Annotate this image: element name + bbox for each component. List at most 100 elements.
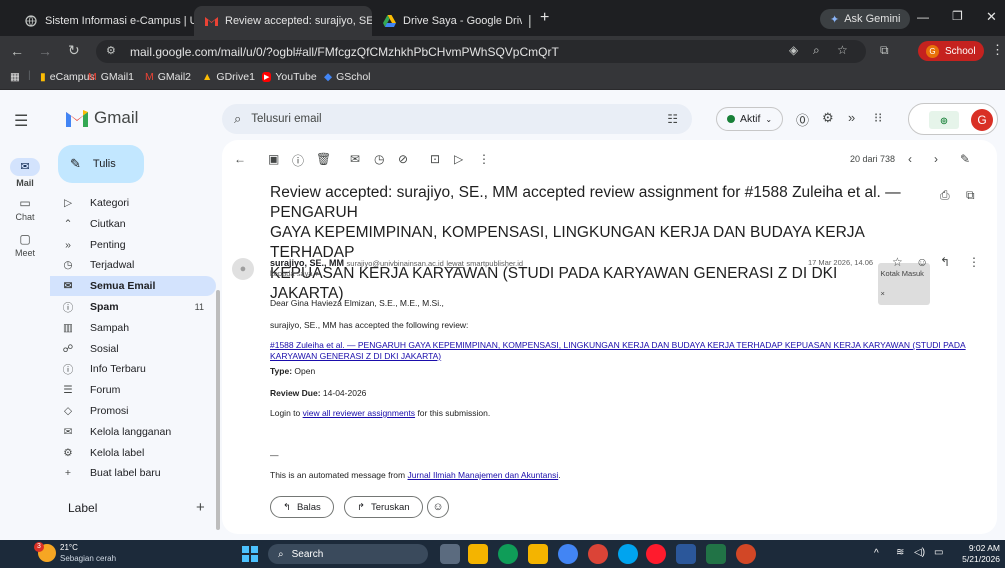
powerpoint-icon[interactable] [736, 544, 756, 564]
archive-icon[interactable]: ▣ [268, 152, 279, 166]
nav-item[interactable]: ⓘ Info Terbaru [50, 359, 216, 379]
compose-button[interactable]: ✎ Tulis [58, 145, 144, 183]
more-options-icon[interactable]: ⋮ [478, 152, 490, 166]
forward-button[interactable]: ↱ Teruskan [344, 496, 423, 518]
nav-item[interactable]: ⚙ Kelola label [50, 443, 216, 463]
bookmark-ecampus[interactable]: ▮ eCampus [40, 71, 95, 83]
message-more-icon[interactable]: ⋮ [968, 255, 980, 269]
account-chip[interactable]: ◎ G [908, 103, 998, 135]
url-field[interactable]: ⚙ mail.google.com/mail/u/0/?ogbl#all/FMf… [96, 40, 866, 63]
bookmark-gdrive1[interactable]: ▲ GDrive1 [202, 71, 255, 83]
nav-item[interactable]: + Buat label baru [50, 463, 216, 483]
search-options-icon[interactable]: ☷ [667, 112, 678, 126]
sidebar-scrollbar[interactable] [216, 290, 220, 530]
help-icon[interactable]: ⓪ [796, 110, 809, 129]
google-apps-icon[interactable]: ⁝⁝ [874, 110, 882, 126]
next-icon[interactable]: › [934, 152, 938, 166]
nav-item[interactable]: ◷ Terjadwal [50, 255, 216, 275]
nav-item[interactable]: ☰ Forum [50, 380, 216, 400]
reply-icon[interactable]: ↰ [940, 255, 950, 269]
reviewer-assignments-link[interactable]: view all reviewer assignments [303, 408, 415, 418]
gemini-spark-icon[interactable]: » [848, 110, 855, 125]
nav-item[interactable]: » Penting [50, 235, 216, 255]
submission-link[interactable]: #1588 Zuleiha et al. — PENGARUH GAYA KEP… [270, 340, 985, 362]
bookmark-gmail1[interactable]: M GMail1 [88, 71, 134, 83]
emoji-react-icon[interactable]: ☺ [916, 255, 928, 269]
mark-unread-icon[interactable]: ✉ [350, 152, 360, 166]
tab-search-icon[interactable]: ⧉ [880, 43, 889, 58]
nav-item[interactable]: ⓘ Spam 11 [50, 297, 216, 317]
settings-gear-icon[interactable]: ⚙ [822, 110, 834, 126]
reload-icon[interactable]: ↻ [68, 42, 80, 59]
close-window-icon[interactable]: ✕ [986, 9, 997, 25]
battery-icon[interactable]: ▭ [934, 547, 943, 558]
volume-icon[interactable]: ◁) [914, 547, 925, 558]
tab-ecampus[interactable]: Sistem Informasi e-Campus | U ✕ [14, 6, 194, 36]
rail-meet[interactable]: ▢ Meet [0, 232, 50, 258]
emoji-button[interactable]: ☺ [427, 496, 449, 518]
file-explorer-icon[interactable] [528, 544, 548, 564]
nav-item[interactable]: ✉ Semua Email [50, 276, 216, 297]
profile-button[interactable]: G School [918, 41, 984, 61]
back-icon[interactable]: ← [10, 43, 24, 59]
rail-mail[interactable]: ✉ Mail [0, 158, 50, 188]
reply-button[interactable]: ↰ Balas [270, 496, 334, 518]
extension-icon[interactable]: ◈ [789, 43, 798, 57]
bookmark-youtube[interactable]: ▶ YouTube [262, 71, 317, 83]
taskbar-search[interactable]: ⌕ Search [268, 544, 428, 564]
site-info-icon[interactable]: ⚙ [106, 44, 116, 57]
edge-browser-icon[interactable] [618, 544, 638, 564]
nav-item[interactable]: ▥ Sampah [50, 318, 216, 338]
apps-grid-icon[interactable]: ▦ [10, 71, 20, 83]
add-task-icon[interactable]: ⊘ [398, 152, 408, 166]
search-box[interactable]: ⌕ Telusuri email ☷ [222, 104, 692, 134]
sender-name[interactable]: surajiyo, SE., MM [270, 258, 344, 268]
inbox-chip[interactable]: Kotak Masuk × [877, 263, 930, 305]
chrome-icon[interactable] [558, 544, 578, 564]
ask-gemini-button[interactable]: ✦ Ask Gemini [820, 9, 911, 29]
nav-item[interactable]: ◇ Promosi [50, 401, 216, 421]
nav-item[interactable]: ⌃ Ciutkan [50, 214, 216, 234]
rail-chat[interactable]: ▭ Chat [0, 196, 50, 222]
recipient-line[interactable]: kepada saya ▾ [270, 269, 318, 278]
clock-time[interactable]: 9:02 AM [958, 543, 1000, 553]
zoom-icon[interactable]: ⌕ [813, 43, 820, 58]
word-icon[interactable] [676, 544, 696, 564]
bookmark-star-icon[interactable]: ☆ [837, 43, 848, 57]
avatar[interactable]: G [971, 109, 993, 131]
prev-icon[interactable]: ‹ [908, 152, 912, 166]
restore-icon[interactable]: ❐ [952, 9, 963, 23]
new-tab-button[interactable]: + [540, 9, 549, 27]
search-input[interactable]: Telusuri email [251, 113, 321, 125]
nav-item[interactable]: ☍ Sosial [50, 339, 216, 359]
snooze-icon[interactable]: ◷ [374, 152, 384, 166]
search-icon[interactable]: ⌕ [234, 111, 241, 127]
nav-item[interactable]: ▷ Kategori [50, 193, 216, 213]
move-to-icon[interactable]: ⊡ [430, 152, 440, 166]
label-tag-icon[interactable]: ▷ [454, 152, 463, 166]
bookmark-gmail2[interactable]: M GMail2 [145, 71, 191, 83]
widgets-icon[interactable] [468, 544, 488, 564]
input-tools-icon[interactable]: ✎ [960, 152, 970, 166]
nav-item[interactable]: ✉ Kelola langganan [50, 422, 216, 442]
tab-review-accepted[interactable]: Review accepted: surajiyo, SE, I ✕ [194, 6, 372, 36]
minimize-icon[interactable]: — [917, 10, 929, 24]
status-button[interactable]: Aktif ⌄ [716, 107, 784, 131]
windows-start-icon[interactable] [242, 546, 258, 562]
browser-menu-icon[interactable]: ⋮ [991, 42, 1004, 58]
chrome-profile-icon[interactable] [588, 544, 608, 564]
bookmark-gschol[interactable]: ◆ GSchol [324, 71, 371, 83]
report-spam-icon[interactable]: ⓘ [292, 152, 304, 169]
back-to-list-icon[interactable]: ← [234, 152, 246, 166]
sender-avatar[interactable]: ● [232, 258, 254, 280]
forward-icon[interactable]: → [38, 43, 52, 59]
network-icon[interactable]: ≋ [896, 547, 904, 558]
edge-icon[interactable] [498, 544, 518, 564]
tab-google-drive[interactable]: Drive Saya - Google Drive ✕ [372, 6, 522, 36]
star-icon[interactable]: ☆ [892, 255, 903, 269]
opera-icon[interactable] [646, 544, 666, 564]
open-new-window-icon[interactable]: ⧉ [966, 188, 975, 203]
task-view-icon[interactable] [440, 544, 460, 564]
print-icon[interactable]: ⎙ [940, 188, 950, 203]
excel-icon[interactable] [706, 544, 726, 564]
